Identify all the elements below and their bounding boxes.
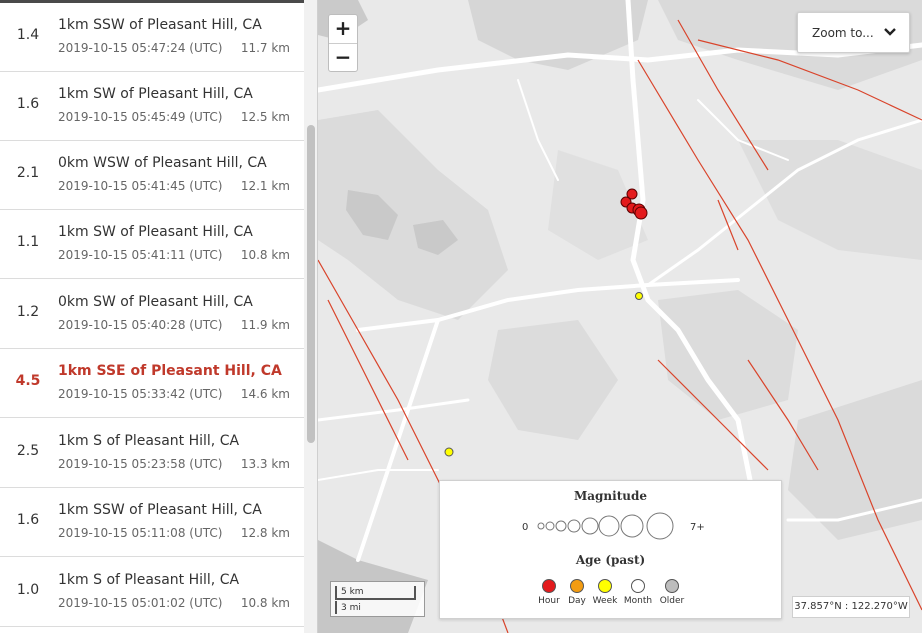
age-swatch <box>570 579 584 593</box>
earthquake-list-item[interactable]: 1.0 1km S of Pleasant Hill, CA 2019-10-1… <box>0 558 304 627</box>
place-name: 1km S of Pleasant Hill, CA <box>58 572 240 588</box>
event-time: 2019-10-15 05:45:49 (UTC) <box>58 110 223 124</box>
event-time: 2019-10-15 05:41:11 (UTC) <box>58 248 223 262</box>
event-depth: 10.8 km <box>240 596 290 610</box>
zoom-to-dropdown[interactable]: Zoom to... <box>797 12 910 53</box>
earthquake-list-item[interactable]: 2.5 1km S of Pleasant Hill, CA 2019-10-1… <box>0 419 304 488</box>
age-swatch <box>598 579 612 593</box>
scale-km-label: 5 km <box>341 587 364 597</box>
event-depth: 14.6 km <box>240 387 290 401</box>
place-name: 1km SSW of Pleasant Hill, CA <box>58 502 262 518</box>
legend-mag-min: 0 <box>522 522 529 533</box>
event-depth: 11.7 km <box>240 41 290 55</box>
event-time: 2019-10-15 05:33:42 (UTC) <box>58 387 223 401</box>
age-swatch <box>542 579 556 593</box>
place-name: 1km SSE of Pleasant Hill, CA <box>58 363 282 379</box>
earthquake-list-item[interactable]: 1.1 1km SW of Pleasant Hill, CA 2019-10-… <box>0 210 304 279</box>
legend-age-older: Older <box>652 579 692 606</box>
event-depth: 12.1 km <box>240 179 290 193</box>
event-depth: 12.5 km <box>240 110 290 124</box>
magnitude-value: 1.1 <box>16 234 40 250</box>
zoom-to-label: Zoom to... <box>812 26 874 40</box>
earthquake-list-item-selected[interactable]: 4.5 1km SSE of Pleasant Hill, CA 2019-10… <box>0 349 304 418</box>
magnitude-scale-circles <box>537 512 674 540</box>
map-legend: Magnitude 0 7+ Age (past) Hour Day Week … <box>439 480 782 619</box>
magnitude-value: 1.6 <box>16 512 40 528</box>
zoom-in-button[interactable]: + <box>329 15 357 43</box>
age-swatch <box>665 579 679 593</box>
event-depth: 10.8 km <box>240 248 290 262</box>
event-time: 2019-10-15 05:11:08 (UTC) <box>58 526 223 540</box>
earthquake-marker[interactable] <box>444 447 454 457</box>
scale-mi-label: 3 mi <box>341 603 361 613</box>
legend-age-title: Age (past) <box>575 553 646 567</box>
earthquake-list-item[interactable]: 1.2 0km SW of Pleasant Hill, CA 2019-10-… <box>0 280 304 349</box>
map-view[interactable]: + − Zoom to... Magnitude 0 7+ Age (past) <box>318 0 922 633</box>
legend-mag-max: 7+ <box>690 522 705 533</box>
zoom-out-button[interactable]: − <box>329 43 357 71</box>
event-time: 2019-10-15 05:47:24 (UTC) <box>58 41 223 55</box>
magnitude-value: 2.5 <box>16 443 40 459</box>
place-name: 1km SW of Pleasant Hill, CA <box>58 224 253 240</box>
earthquake-list-panel: 1.4 1km SSW of Pleasant Hill, CA 2019-10… <box>0 0 318 633</box>
magnitude-value: 1.0 <box>16 582 40 598</box>
event-time: 2019-10-15 05:01:02 (UTC) <box>58 596 223 610</box>
event-depth: 12.8 km <box>240 526 290 540</box>
place-name: 1km SW of Pleasant Hill, CA <box>58 86 253 102</box>
magnitude-value: 1.4 <box>16 27 40 43</box>
magnitude-value: 1.6 <box>16 96 40 112</box>
earthquake-list-item[interactable]: 1.6 1km SW of Pleasant Hill, CA 2019-10-… <box>0 72 304 141</box>
magnitude-value: 2.1 <box>16 165 40 181</box>
magnitude-value: 1.2 <box>16 304 40 320</box>
place-name: 0km WSW of Pleasant Hill, CA <box>58 155 267 171</box>
cursor-coordinates: 37.857°N : 122.270°W <box>792 596 910 618</box>
magnitude-value: 4.5 <box>15 373 41 389</box>
place-name: 1km S of Pleasant Hill, CA <box>58 433 240 449</box>
place-name: 1km SSW of Pleasant Hill, CA <box>58 17 262 33</box>
event-time: 2019-10-15 05:23:58 (UTC) <box>58 457 223 471</box>
event-depth: 13.3 km <box>240 457 290 471</box>
age-label: Older <box>659 596 685 606</box>
earthquake-marker[interactable] <box>635 292 643 300</box>
event-time: 2019-10-15 05:40:28 (UTC) <box>58 318 223 332</box>
zoom-control: + − <box>328 14 358 72</box>
earthquake-list-item[interactable]: 1.4 1km SSW of Pleasant Hill, CA 2019-10… <box>0 3 304 72</box>
earthquake-marker[interactable] <box>634 206 648 220</box>
chevron-down-icon <box>883 25 897 44</box>
list-scrollbar-thumb[interactable] <box>307 125 315 443</box>
event-depth: 11.9 km <box>240 318 290 332</box>
age-swatch <box>631 579 645 593</box>
map-scale-bar: 5 km 3 mi <box>330 581 425 617</box>
earthquake-list-item[interactable]: 2.1 0km WSW of Pleasant Hill, CA 2019-10… <box>0 141 304 210</box>
earthquake-list-item[interactable]: 1.6 1km SSW of Pleasant Hill, CA 2019-10… <box>0 488 304 557</box>
legend-magnitude-title: Magnitude <box>573 489 648 503</box>
place-name: 0km SW of Pleasant Hill, CA <box>58 294 253 310</box>
event-time: 2019-10-15 05:41:45 (UTC) <box>58 179 223 193</box>
